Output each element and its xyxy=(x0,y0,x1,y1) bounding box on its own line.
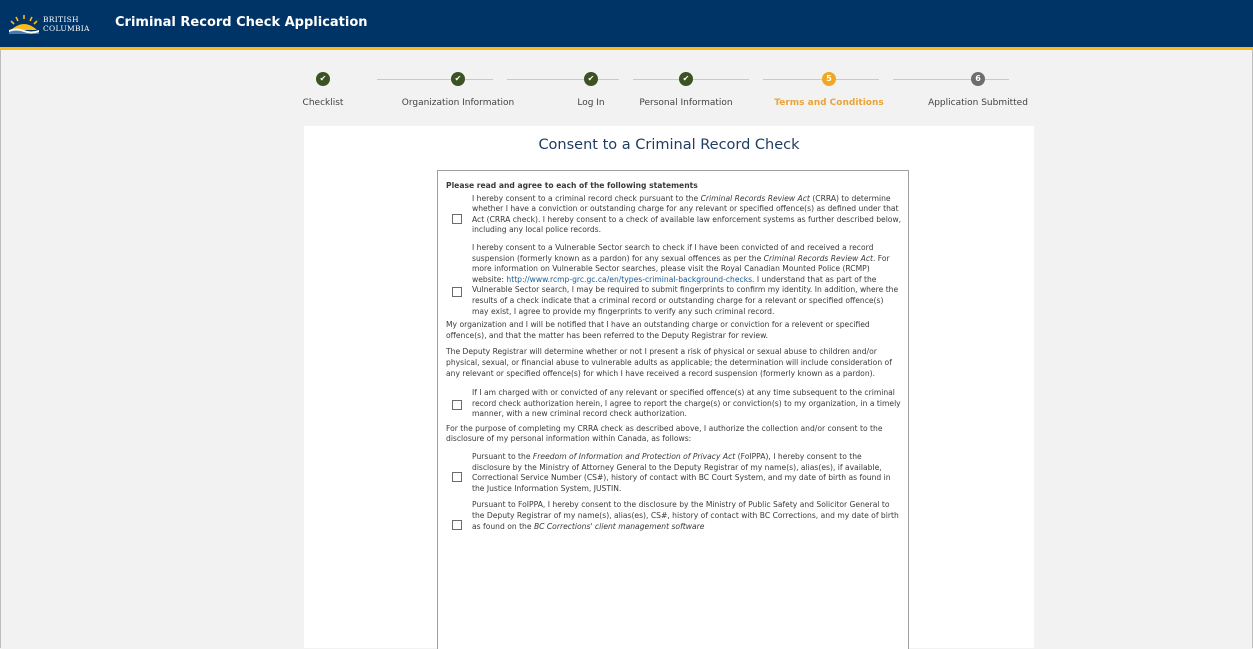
check-icon: ✔ xyxy=(584,72,598,86)
act-name: Criminal Records Review Act xyxy=(763,253,873,263)
step-number-badge: 5 xyxy=(822,72,836,86)
consent-checkbox-foippa-attorney-general[interactable] xyxy=(452,472,462,483)
consent-checkbox-foippa-public-safety[interactable] xyxy=(452,520,462,531)
act-name: Criminal Records Review Act xyxy=(700,193,810,203)
consent-item-foippa-attorney-general: Pursuant to the Freedom of Information a… xyxy=(446,452,902,494)
bc-logo[interactable]: BRITISH COLUMBIA xyxy=(9,10,99,38)
page-title: Consent to a Criminal Record Check xyxy=(538,137,800,153)
check-icon: ✔ xyxy=(679,72,693,86)
check-icon: ✔ xyxy=(316,72,330,86)
terms-heading: Please read and agree to each of the fol… xyxy=(446,181,698,190)
consent-item-foippa-public-safety: Pursuant to FoIPPA, I hereby consent to … xyxy=(446,500,902,532)
consent-checkbox-vulnerable-sector[interactable] xyxy=(452,286,462,297)
statement-text: I hereby consent to a criminal record ch… xyxy=(472,193,701,203)
terms-content: Please read and agree to each of the fol… xyxy=(446,181,902,539)
rcmp-link[interactable]: http://www.rcmp-grc.gc.ca/en/types-crimi… xyxy=(506,275,752,284)
top-header: BRITISH COLUMBIA Criminal Record Check A… xyxy=(0,0,1253,50)
logo-line1: BRITISH xyxy=(43,15,79,24)
step-connector xyxy=(763,79,879,80)
consent-item-vulnerable-sector: I hereby consent to a Vulnerable Sector … xyxy=(446,243,902,317)
terms-scroll-box[interactable]: Please read and agree to each of the fol… xyxy=(437,170,909,649)
step-label: Application Submitted xyxy=(928,98,1028,108)
bc-sun-logo-icon xyxy=(9,15,39,34)
logo-wordmark: BRITISH COLUMBIA xyxy=(43,15,90,33)
authorization-paragraph: For the purpose of completing my CRRA ch… xyxy=(446,423,883,444)
logo-line2: COLUMBIA xyxy=(43,24,90,33)
consent-item-report-charges: If I am charged with or convicted of any… xyxy=(446,388,902,420)
step-label: Terms and Conditions xyxy=(774,98,884,108)
step-label: Organization Information xyxy=(401,98,515,108)
step-number-badge: 6 xyxy=(971,72,985,86)
consent-checkbox-crra[interactable] xyxy=(452,213,462,224)
deputy-registrar-paragraph: The Deputy Registrar will determine whet… xyxy=(446,347,892,378)
statement-text: Pursuant to the xyxy=(472,452,533,462)
notification-paragraph: My organization and I will be notified t… xyxy=(446,320,870,340)
consent-item-crra: I hereby consent to a criminal record ch… xyxy=(446,194,902,236)
step-label: Checklist xyxy=(302,98,344,108)
progress-stepper: ✔ Checklist ✔ Organization Information ✔… xyxy=(303,72,1045,112)
act-name: Freedom of Information and Protection of… xyxy=(532,452,736,462)
consent-checkbox-report-charges[interactable] xyxy=(452,400,462,411)
statement-text: If I am charged with or convicted of any… xyxy=(472,388,901,419)
step-connector xyxy=(377,79,493,80)
step-connector xyxy=(893,79,1009,80)
app-title: Criminal Record Check Application xyxy=(115,15,368,30)
software-name: BC Corrections' client management softwa… xyxy=(533,521,705,531)
check-icon: ✔ xyxy=(451,72,465,86)
step-label: Personal Information xyxy=(639,98,733,108)
consent-card: Consent to a Criminal Record Check Pleas… xyxy=(304,126,1034,649)
step-connector xyxy=(507,79,619,80)
